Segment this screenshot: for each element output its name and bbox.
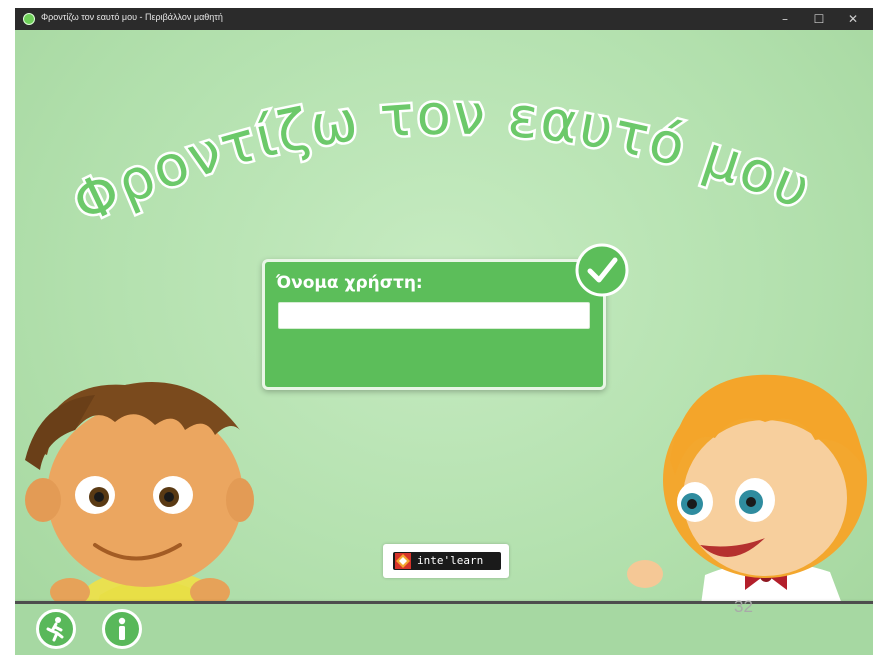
username-input[interactable] (278, 302, 590, 329)
page-number: 32 (734, 597, 753, 616)
logo-badge: inte'learn (393, 552, 501, 570)
svg-text:Φροντίζω τον εαυτό μου: Φροντίζω τον εαυτό μου (63, 100, 821, 237)
app-window: Φροντίζω τον εαυτό μου - Περιβάλλον μαθη… (15, 8, 873, 655)
exit-button[interactable] (36, 609, 76, 649)
minimize-button[interactable]: – (767, 8, 803, 30)
app-icon (23, 13, 35, 25)
running-figure-icon (46, 617, 64, 642)
logo-mark-icon (395, 553, 411, 569)
title-bar: Φροντίζω τον εαυτό μου - Περιβάλλον μαθη… (15, 8, 873, 30)
login-panel: Όνομα χρήστη: (262, 259, 606, 390)
app-title-text: Φροντίζω τον εαυτό μου (61, 100, 822, 240)
maximize-button[interactable]: ☐ (801, 8, 837, 30)
intelearn-logo: inte'learn (383, 544, 509, 578)
boy-illustration (25, 382, 254, 612)
checkmark-icon-circle (575, 243, 629, 297)
girl-illustration (627, 374, 867, 612)
window-title: Φροντίζω τον εαυτό μου - Περιβάλλον μαθη… (41, 12, 223, 22)
username-label: Όνομα χρήστη: (276, 273, 423, 293)
logo-text: inte'learn (417, 554, 484, 567)
info-button[interactable] (102, 609, 142, 649)
app-title: Φροντίζω τον εαυτό μου (61, 100, 822, 240)
close-button[interactable]: ✕ (835, 8, 871, 30)
info-icon (118, 617, 126, 640)
app-canvas: Φροντίζω τον εαυτό μου Όνομα χρήστη: int… (15, 30, 873, 655)
confirm-button[interactable] (575, 243, 629, 297)
